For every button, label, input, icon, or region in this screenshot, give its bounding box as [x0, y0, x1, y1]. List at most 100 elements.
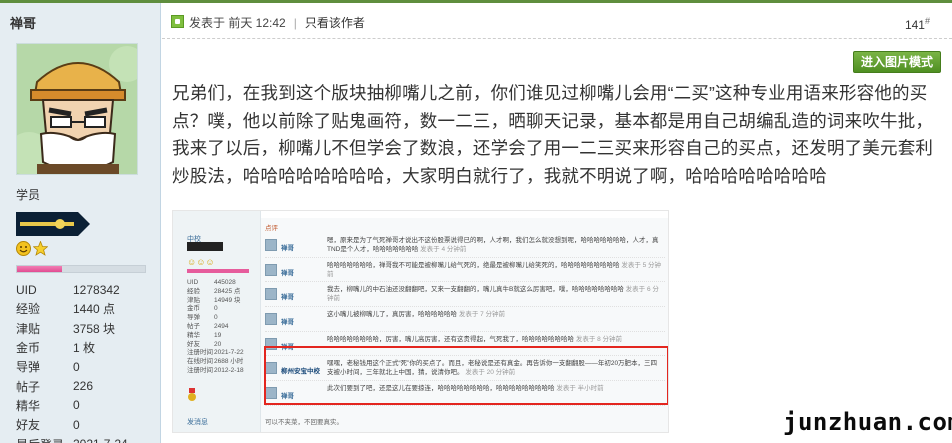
screenshot-reply-user: 禅哥 [281, 319, 294, 327]
screenshot-reply-title: 点评 [265, 225, 278, 232]
user-panel: 禅哥 学员 UID 1278342 经验 1440 点 津贴 3758 块 金币… [0, 3, 161, 443]
avatar[interactable] [16, 43, 138, 175]
screenshot-reply: 禅哥 这小嘴儿被柳嘴儿了，真厉害，哈哈哈哈哈哈 发表于 7 分钟前 [265, 307, 665, 332]
screenshot-stat-row: 经验 28425 点 [187, 288, 257, 297]
post-time: 发表于 前天 12:42 [189, 16, 286, 30]
stat-row: 好友 0 [16, 415, 156, 434]
stat-row: 金币 1 枚 [16, 338, 156, 357]
screenshot-reply-text: 这小嘴儿被柳嘴儿了，真厉害，哈哈哈哈哈哈 发表于 7 分钟前 [327, 310, 663, 319]
stat-key: 津贴 [16, 321, 41, 336]
stat-key: UID [16, 282, 37, 297]
screenshot-stat-value: 28425 点 [214, 287, 241, 295]
screenshot-stat-row: 金币 0 [187, 305, 257, 314]
stat-row: 经验 1440 点 [16, 299, 156, 318]
highlight-box [264, 346, 668, 405]
online-status-icon [171, 15, 184, 28]
screenshot-stat-row: UID 445028 [187, 279, 257, 288]
screenshot-stat-value: 2021-7-22 [214, 349, 244, 357]
stat-row: UID 1278342 [16, 280, 156, 299]
screenshot-reply-body: 哈哈哈哈哈哈哈哈，厉害，嘴儿高厉害，还有这贵得起，气死我了，哈哈哈哈哈哈哈哈 [327, 335, 574, 343]
screenshot-stat-value: 19 [214, 331, 222, 339]
stat-value: 0 [73, 398, 80, 413]
screenshot-reply-avatar [265, 313, 277, 326]
screenshot-stat-key: UID [187, 279, 199, 286]
screenshot-stat-key: 导弹 [187, 314, 200, 322]
screenshot-stat-key: 精华 [187, 331, 200, 339]
screenshot-stat-value: 2494 [214, 322, 229, 330]
screenshot-stat-key: 注册时间 [187, 366, 213, 374]
screenshot-stats: UID 445028 经验 28425 点津贴 14949 块金币 0 导弹 0 帖子 2494 精… [187, 279, 257, 376]
screenshot-stat-key: 帖子 [187, 322, 200, 330]
stat-key: 经验 [16, 302, 41, 317]
level-progress-bar [16, 265, 146, 273]
screenshot-stat-key: 金币 [187, 305, 200, 313]
screenshot-stat-row: 导弹 0 [187, 314, 257, 323]
screenshot-stat-value: 2012-2-18 [214, 366, 244, 374]
screenshot-stat-row: 帖子 2494 [187, 323, 257, 332]
floor-number-value: 141 [904, 18, 925, 32]
screenshot-reply-body: 嗯，原来是为了气死禅哥才说出不这份股票说得已的啊，人才啊，我们怎么就没想到呢，哈… [327, 237, 659, 253]
screenshot-reply: 禅哥 我去，柳嘴儿的中石油还没翻翻吧，又来一支翻翻的，嘴儿真牛B就这么厉害吧，噗，… [265, 282, 665, 308]
screenshot-reply-text: 哈哈哈哈哈哈哈哈，厉害，嘴儿高厉害，还有这贵得起，气死我了，哈哈哈哈哈哈哈哈 发… [327, 335, 663, 344]
stat-value: 0 [73, 417, 80, 432]
screenshot-stat-row: 注册时间 2021-7-22 [187, 349, 257, 358]
screenshot-medals-icon: ☺☺☺ [187, 257, 215, 267]
post-header: 发表于 前天 12:42 | 只看该作者 141# [162, 3, 952, 39]
screenshot-stat-key: 在线时间 [187, 358, 213, 366]
avatar-image [17, 44, 137, 174]
screenshot-stat-row: 在线时间 2688 小时 [187, 358, 257, 367]
screenshot-reply-text: 哈哈哈哈哈哈哈，禅哥我不可能是被柳嘴儿给气死的，绝最是被柳嘴儿给笑死的，哈哈哈哈… [327, 261, 663, 279]
stat-row: 最后登录2021-7-24 [16, 434, 156, 443]
screenshot-stat-value: 14949 块 [214, 296, 241, 304]
screenshot-reply-time: 发表于 4 分钟前 [420, 246, 467, 253]
screenshot-footer: 可以不夹菜，不回要真实。 [265, 419, 343, 426]
stat-key: 好友 [16, 418, 41, 433]
stat-value: 226 [73, 379, 94, 394]
rank-bar-icon [16, 212, 90, 236]
floor-mark: # [924, 16, 930, 26]
screenshot-message-link: 发消息 [187, 419, 208, 426]
screenshot-stat-row: 精华 19 [187, 332, 257, 341]
screenshot-stat-key: 经验 [187, 287, 200, 295]
screenshot-rank-icon [187, 242, 223, 251]
watermark: junzhuan.com [783, 408, 952, 436]
medal-row [16, 241, 48, 256]
screenshot-reply: 禅哥 嗯，原来是为了气死禅哥才说出不这份股票说得已的啊，人才啊，我们怎么就没想到呢… [265, 233, 665, 258]
stat-row: 导弹 0 [16, 357, 156, 376]
stat-key: 精华 [16, 398, 41, 413]
floor-number[interactable]: 141# [905, 16, 930, 32]
screenshot-reply-body: 哈哈哈哈哈哈哈，禅哥我不可能是被柳嘴儿给气死的，绝最是被柳嘴儿给笑死的，哈哈哈哈… [327, 261, 620, 269]
picture-mode-button[interactable]: 进入图片模式 [853, 51, 941, 73]
meta-separator: | [293, 16, 297, 30]
stat-row: 精华 0 [16, 396, 156, 415]
stat-value: 1440 点 [73, 302, 116, 317]
user-group[interactable]: 学员 [16, 186, 40, 203]
screenshot-reply-time: 发表于 8 分钟前 [575, 335, 623, 343]
screenshot-reply-text: 我去，柳嘴儿的中石油还没翻翻吧，又来一支翻翻的，嘴儿真牛B就这么厉害吧，噗，哈哈… [327, 285, 663, 303]
screenshot-stat-value: 445028 [214, 279, 236, 286]
screenshot-stat-value: 2688 小时 [214, 358, 244, 366]
stat-value: 0 [73, 359, 80, 374]
screenshot-reply-avatar [265, 263, 277, 276]
screenshot-sidebar: 中校 ☺☺☺ UID 445028 经验 28425 点津贴 14949 块金币 0 导弹 0… [173, 211, 261, 432]
screenshot-reply: 禅哥 哈哈哈哈哈哈哈，禅哥我不可能是被柳嘴儿给气死的，绝最是被柳嘴儿给笑死的，哈哈… [265, 258, 665, 283]
user-stats: UID 1278342 经验 1440 点津贴 3758 块金币 1 枚导弹 0 帖子 226 精… [16, 280, 156, 443]
embedded-screenshot[interactable]: 中校 ☺☺☺ UID 445028 经验 28425 点津贴 14949 块金币 0 导弹 0… [172, 210, 669, 433]
post-meta: 发表于 前天 12:42 | 只看该作者 [189, 14, 365, 31]
stat-key: 最后登录 [16, 436, 73, 443]
stat-key: 金币 [16, 341, 41, 356]
star-medal-icon[interactable] [33, 241, 48, 256]
stat-value: 3758 块 [73, 321, 116, 336]
stat-row: 津贴 3758 块 [16, 319, 156, 338]
stat-row: 帖子 226 [16, 376, 156, 395]
screenshot-reply-avatar [265, 239, 277, 251]
screenshot-reply-user: 禅哥 [281, 245, 294, 252]
smiley-medal-icon[interactable] [16, 241, 31, 256]
screenshot-reply-body: 这小嘴儿被柳嘴儿了，真厉害，哈哈哈哈哈哈 [327, 311, 457, 319]
screenshot-stat-key: 注册时间 [187, 349, 213, 357]
screenshot-stat-value: 0 [214, 305, 218, 313]
only-author-link[interactable]: 只看该作者 [305, 16, 365, 30]
stat-key: 导弹 [16, 360, 41, 375]
username-link[interactable]: 禅哥 [10, 13, 36, 32]
screenshot-stat-row: 注册时间 2012-2-18 [187, 367, 257, 376]
